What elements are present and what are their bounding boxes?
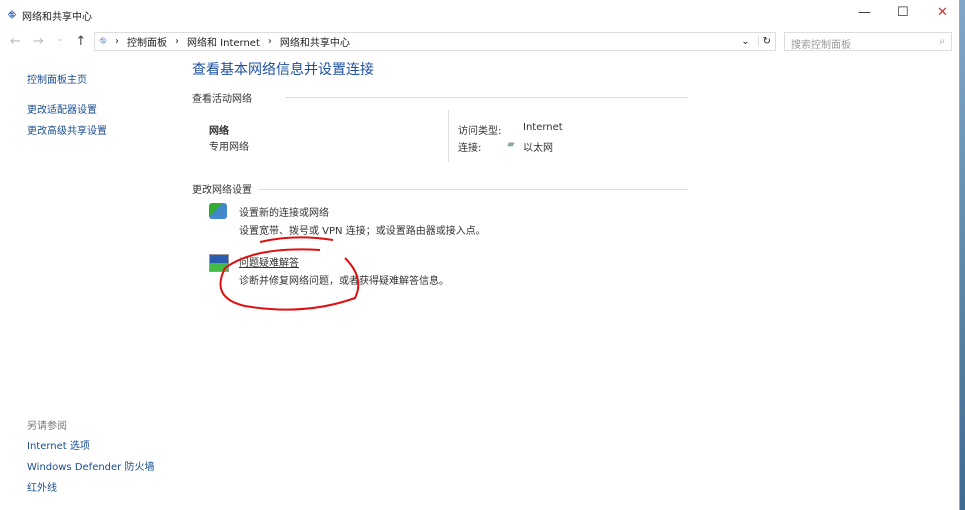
new-connection-icon (209, 203, 227, 219)
divider (258, 189, 688, 190)
setup-connection-link[interactable]: 设置新的连接或网络 (239, 204, 329, 219)
minimize-button[interactable]: — (858, 5, 871, 20)
see-also-label: 另请参阅 (27, 421, 67, 432)
page-title: 查看基本网络信息并设置连接 (192, 62, 374, 78)
sidebar-home[interactable]: 控制面板主页 (27, 71, 87, 86)
window: ⛗ 网络和共享中心 — ☐ ✕ ← → ⌄ ↑ ⛗ › 控制面板 › 网络和 Interne… (0, 0, 960, 510)
ethernet-link[interactable]: 以太网 (523, 139, 553, 154)
sep-icon: › (175, 36, 179, 47)
link-infrared[interactable]: 红外线 (27, 479, 57, 494)
title-bar: ⛗ 网络和共享中心 (8, 8, 92, 23)
breadcrumb-item[interactable]: 控制面板 (127, 34, 167, 49)
link-firewall[interactable]: Windows Defender 防火墙 (27, 458, 154, 473)
search-input[interactable]: 搜索控制面板 ⌕ (784, 32, 952, 51)
sidebar-sharing-settings[interactable]: 更改高级共享设置 (27, 122, 107, 137)
active-network-header: 查看活动网络 (192, 94, 252, 105)
breadcrumb-item[interactable]: 网络和 Internet (187, 34, 260, 49)
chevron-down-icon[interactable]: ⌄ (741, 36, 749, 47)
divider (448, 110, 449, 162)
network-icon: ⛗ (8, 10, 16, 21)
red-annotation-circle (219, 236, 360, 311)
network-name: 网络 (209, 126, 229, 137)
change-settings-header: 更改网络设置 (192, 185, 252, 196)
sep-icon: › (115, 36, 119, 47)
search-placeholder: 搜索控制面板 (791, 40, 851, 51)
access-type-label: 访问类型: (458, 126, 502, 137)
breadcrumb-item[interactable]: 网络和共享中心 (280, 34, 350, 49)
address-bar[interactable]: ⛗ › 控制面板 › 网络和 Internet › 网络和共享中心 ⌄ ↻ (94, 32, 776, 51)
window-title: 网络和共享中心 (22, 12, 92, 23)
sep-icon: › (267, 36, 272, 47)
forward-button[interactable]: → (33, 34, 44, 49)
access-type-value: Internet (523, 122, 563, 133)
recent-dropdown[interactable]: ⌄ (56, 34, 64, 49)
maximize-button[interactable]: ☐ (897, 5, 909, 20)
network-type[interactable]: 专用网络 (209, 138, 249, 153)
close-button[interactable]: ✕ (937, 5, 948, 20)
up-button[interactable]: ↑ (75, 34, 86, 49)
sidebar-adapter-settings[interactable]: 更改适配器设置 (27, 101, 97, 116)
divider (285, 97, 688, 98)
window-edge (960, 0, 965, 510)
refresh-icon[interactable]: ↻ (757, 36, 775, 47)
link-internet-options[interactable]: Internet 选项 (27, 437, 90, 452)
ethernet-icon: ▰ (507, 139, 515, 150)
search-icon[interactable]: ⌕ (939, 36, 945, 47)
back-button[interactable]: ← (10, 34, 21, 49)
control-panel-icon: ⛗ (99, 36, 107, 47)
connection-label: 连接: (458, 143, 482, 154)
